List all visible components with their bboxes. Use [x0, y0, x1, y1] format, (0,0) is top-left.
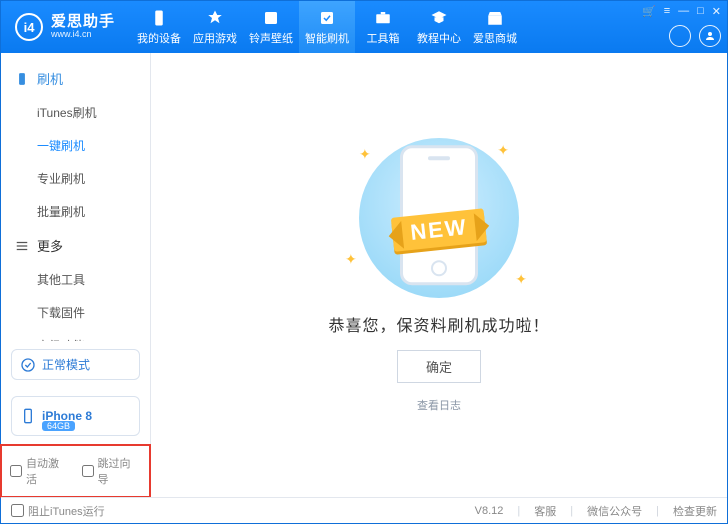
view-log-link[interactable]: 查看日志 — [417, 397, 461, 413]
success-message: 恭喜您，保资料刷机成功啦！ — [328, 312, 549, 336]
close-icon[interactable]: ✕ — [712, 5, 721, 18]
sidebar-item-advanced[interactable]: 高级功能 — [1, 329, 150, 341]
main-tabs: 我的设备 应用游戏 铃声壁纸 智能刷机 工具箱 教程中心 爱思商城 — [131, 1, 523, 53]
sidebar-section-more: 更多 — [1, 228, 150, 263]
sidebar-item-itunes-flash[interactable]: iTunes刷机 — [1, 96, 150, 129]
wechat-link[interactable]: 微信公众号 — [587, 503, 642, 519]
cart-icon[interactable]: 🛒 — [642, 5, 656, 18]
mode-indicator[interactable]: 正常模式 — [11, 349, 140, 380]
device-capacity-badge: 64GB — [42, 421, 75, 431]
auto-activate-checkbox[interactable]: 自动激活 — [10, 455, 70, 487]
sidebar-section-flash: 刷机 — [1, 61, 150, 96]
download-icon[interactable] — [669, 25, 691, 47]
tab-mall[interactable]: 爱思商城 — [467, 1, 523, 53]
tab-device[interactable]: 我的设备 — [131, 1, 187, 53]
flash-options: 自动激活 跳过向导 — [0, 444, 151, 498]
service-link[interactable]: 客服 — [534, 503, 556, 519]
sidebar-item-oneclick-flash[interactable]: 一键刷机 — [1, 129, 150, 162]
stop-itunes-checkbox[interactable]: 阻止iTunes运行 — [11, 503, 105, 519]
minimize-icon[interactable]: — — [678, 5, 689, 18]
app-subtitle: www.i4.cn — [51, 30, 115, 40]
tab-tutorial[interactable]: 教程中心 — [411, 1, 467, 53]
tab-ringtone[interactable]: 铃声壁纸 — [243, 1, 299, 53]
skip-guide-checkbox[interactable]: 跳过向导 — [82, 455, 142, 487]
title-bar: i4 爱思助手 www.i4.cn 我的设备 应用游戏 铃声壁纸 智能刷机 工具… — [1, 1, 727, 53]
user-icon[interactable] — [699, 25, 721, 47]
menu-icon[interactable]: ≡ — [664, 5, 670, 18]
sidebar-item-other-tools[interactable]: 其他工具 — [1, 263, 150, 296]
main-content: ✦ ✦ ✦ ✦ NEW 恭喜您，保资料刷机成功啦！ 确定 查看日志 — [151, 53, 727, 497]
device-indicator[interactable]: iPhone 8 64GB — [11, 396, 140, 436]
version-label: V8.12 — [475, 505, 504, 517]
tab-tools[interactable]: 工具箱 — [355, 1, 411, 53]
tab-apps[interactable]: 应用游戏 — [187, 1, 243, 53]
window-buttons: 🛒 ≡ — □ ✕ — [642, 5, 721, 18]
app-name: 爱思助手 — [51, 14, 115, 31]
success-illustration: ✦ ✦ ✦ ✦ NEW — [339, 138, 539, 298]
confirm-button[interactable]: 确定 — [397, 350, 481, 383]
logo-badge-icon: i4 — [15, 13, 43, 41]
update-link[interactable]: 检查更新 — [673, 503, 717, 519]
maximize-icon[interactable]: □ — [697, 5, 704, 18]
sidebar-item-pro-flash[interactable]: 专业刷机 — [1, 162, 150, 195]
sidebar-item-download-fw[interactable]: 下载固件 — [1, 296, 150, 329]
sidebar-item-batch-flash[interactable]: 批量刷机 — [1, 195, 150, 228]
app-logo: i4 爱思助手 www.i4.cn — [1, 13, 129, 41]
status-bar: 阻止iTunes运行 V8.12| 客服| 微信公众号| 检查更新 — [1, 497, 727, 523]
sidebar: 刷机 iTunes刷机 一键刷机 专业刷机 批量刷机 更多 其他工具 下载固件 … — [1, 53, 151, 497]
tab-flash[interactable]: 智能刷机 — [299, 1, 355, 53]
